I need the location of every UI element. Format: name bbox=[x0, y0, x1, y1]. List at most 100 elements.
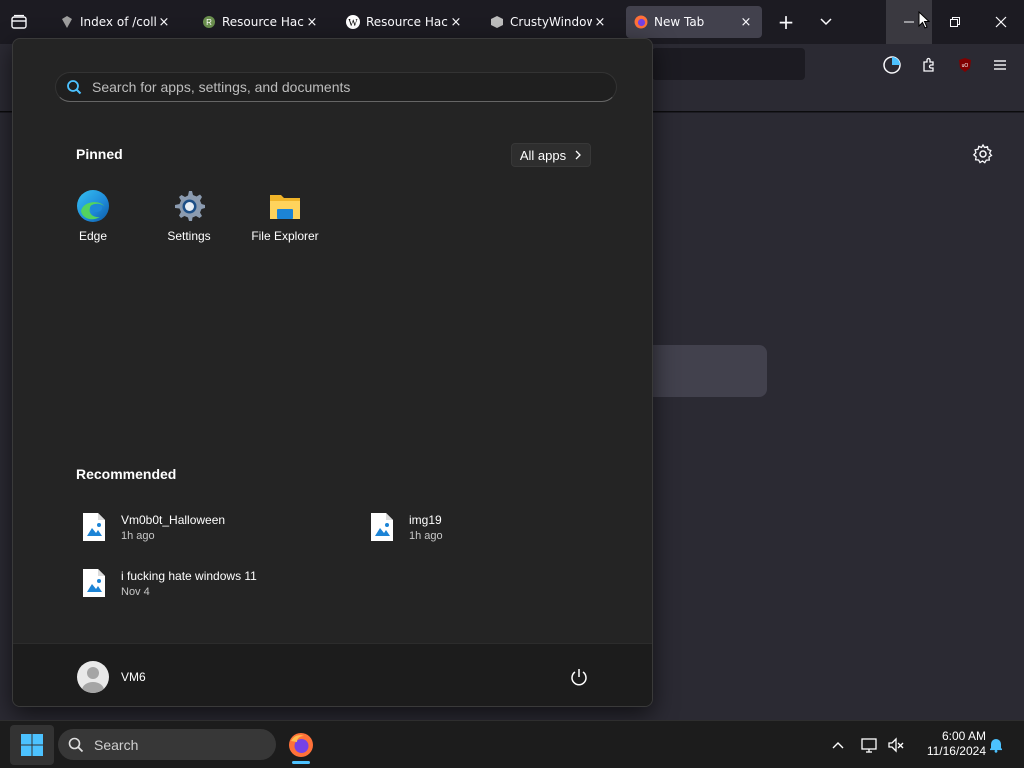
start-search-box[interactable] bbox=[55, 72, 617, 102]
bell-icon bbox=[990, 739, 1002, 753]
pinned-app-settings[interactable]: Settings bbox=[144, 189, 234, 249]
chevron-up-icon bbox=[832, 742, 844, 749]
tab-close-icon[interactable]: × bbox=[156, 15, 172, 30]
start-menu: Pinned All apps Edge Settings File Exp bbox=[12, 38, 653, 707]
svg-text:uO: uO bbox=[962, 63, 969, 69]
new-tab-card[interactable] bbox=[640, 345, 767, 397]
search-icon bbox=[68, 737, 84, 752]
ublock-origin-icon: uO bbox=[959, 58, 971, 72]
recommended-item-time: 1h ago bbox=[409, 529, 443, 542]
firefox-icon bbox=[634, 15, 648, 29]
wikipedia-icon: W bbox=[346, 15, 360, 29]
restore-icon bbox=[950, 17, 960, 27]
chevron-right-icon bbox=[575, 150, 582, 160]
start-menu-footer: VM6 bbox=[13, 643, 652, 706]
tab-close-icon[interactable]: × bbox=[592, 15, 608, 30]
app-menu-button[interactable] bbox=[988, 53, 1012, 77]
pinned-app-label: Settings bbox=[167, 229, 211, 243]
page-icon bbox=[62, 16, 72, 28]
svg-text:W: W bbox=[348, 18, 358, 29]
clock-time: 6:00 AM bbox=[941, 729, 986, 743]
running-indicator bbox=[292, 761, 310, 764]
recommended-item-name: Vm0b0t_Halloween bbox=[121, 512, 226, 527]
pinned-heading: Pinned bbox=[76, 146, 123, 162]
resource-hacker-icon: R bbox=[203, 16, 215, 28]
recommended-item-time: Nov 4 bbox=[121, 585, 150, 598]
close-window-button[interactable] bbox=[978, 0, 1024, 44]
show-hidden-icons-button[interactable] bbox=[828, 735, 848, 755]
pinned-app-label: Edge bbox=[78, 229, 108, 243]
all-apps-label: All apps bbox=[519, 147, 567, 163]
gear-icon[interactable] bbox=[972, 143, 994, 165]
image-file-icon bbox=[83, 569, 105, 597]
recommended-heading: Recommended bbox=[76, 466, 177, 482]
ublock-button[interactable]: uO bbox=[953, 53, 977, 77]
taskbar-clock[interactable]: 6:00 AM 11/16/2024 bbox=[914, 729, 986, 759]
user-name[interactable]: VM6 bbox=[121, 670, 146, 684]
tab-index-of-collect[interactable]: Index of /collect × bbox=[52, 6, 180, 38]
volume-tray-button[interactable] bbox=[886, 735, 906, 755]
tab-resource-hacker-2[interactable]: W Resource Hacke × bbox=[338, 6, 472, 38]
all-apps-button[interactable]: All apps bbox=[511, 143, 591, 167]
tab-title: New Tab bbox=[654, 15, 705, 29]
plus-icon: + bbox=[777, 10, 795, 34]
recommended-item[interactable]: i fucking hate windows 11 Nov 4 bbox=[81, 568, 257, 598]
tab-title: Index of /collect bbox=[80, 15, 156, 29]
image-file-icon bbox=[371, 513, 393, 541]
recommended-item[interactable]: Vm0b0t_Halloween 1h ago bbox=[81, 512, 225, 542]
firefox-icon bbox=[289, 733, 313, 757]
extensions-button[interactable] bbox=[917, 53, 941, 77]
taskbar: Search 6:00 AM 11/16/2024 bbox=[0, 720, 1024, 768]
firefox-view-icon bbox=[11, 14, 27, 29]
power-icon[interactable] bbox=[569, 667, 589, 687]
network-tray-button[interactable] bbox=[860, 735, 880, 755]
tab-new-tab[interactable]: New Tab × bbox=[626, 6, 762, 38]
restore-button[interactable] bbox=[932, 0, 978, 44]
tab-close-icon[interactable]: × bbox=[738, 15, 754, 30]
mouse-cursor-icon bbox=[918, 11, 930, 29]
tab-close-icon[interactable]: × bbox=[448, 15, 464, 30]
taskbar-firefox[interactable] bbox=[284, 725, 318, 765]
tab-title: Resource Hacke bbox=[222, 15, 304, 29]
url-bar[interactable] bbox=[652, 48, 805, 80]
close-icon bbox=[995, 16, 1007, 28]
puzzle-icon bbox=[923, 57, 934, 72]
new-tab-button[interactable]: + bbox=[774, 10, 798, 34]
crustywindows-icon bbox=[491, 16, 503, 28]
recommended-item-name: i fucking hate windows 11 bbox=[121, 568, 257, 583]
folder-icon bbox=[270, 195, 300, 219]
account-button[interactable] bbox=[880, 53, 904, 77]
taskbar-search[interactable]: Search bbox=[58, 729, 276, 760]
network-icon bbox=[861, 738, 877, 753]
pinned-app-edge[interactable]: Edge bbox=[48, 189, 138, 249]
recommended-item-time: 1h ago bbox=[121, 529, 155, 542]
tab-title: CrustyWindows bbox=[510, 15, 592, 29]
notifications-button[interactable] bbox=[986, 735, 1006, 755]
tab-close-icon[interactable]: × bbox=[304, 15, 320, 30]
volume-muted-icon bbox=[888, 737, 904, 753]
chevron-down-icon bbox=[820, 18, 832, 26]
user-avatar[interactable] bbox=[77, 661, 109, 693]
tab-resource-hacker-1[interactable]: R Resource Hacke × bbox=[194, 6, 328, 38]
user-icon bbox=[82, 667, 104, 693]
windows-logo-icon bbox=[21, 734, 43, 756]
taskbar-search-label: Search bbox=[94, 736, 139, 753]
start-button[interactable] bbox=[10, 725, 54, 765]
edge-icon bbox=[77, 190, 109, 222]
pinned-app-file-explorer[interactable]: File Explorer bbox=[240, 189, 330, 249]
recommended-item-name: img19 bbox=[409, 512, 442, 527]
pinned-app-label: File Explorer bbox=[251, 229, 319, 243]
list-all-tabs-button[interactable] bbox=[814, 10, 838, 34]
firefox-view-button[interactable] bbox=[8, 12, 30, 32]
tab-crustywindows[interactable]: CrustyWindows × bbox=[482, 6, 616, 38]
minimize-icon bbox=[904, 21, 914, 23]
settings-gear-icon bbox=[175, 191, 205, 221]
clock-date: 11/16/2024 bbox=[926, 744, 986, 758]
image-file-icon bbox=[83, 513, 105, 541]
recommended-item[interactable]: img19 1h ago bbox=[369, 512, 443, 542]
start-search-input[interactable] bbox=[92, 79, 572, 95]
hamburger-menu-icon bbox=[994, 60, 1006, 70]
search-icon bbox=[67, 80, 82, 95]
svg-text:R: R bbox=[206, 18, 212, 27]
tab-title: Resource Hacke bbox=[366, 15, 448, 29]
